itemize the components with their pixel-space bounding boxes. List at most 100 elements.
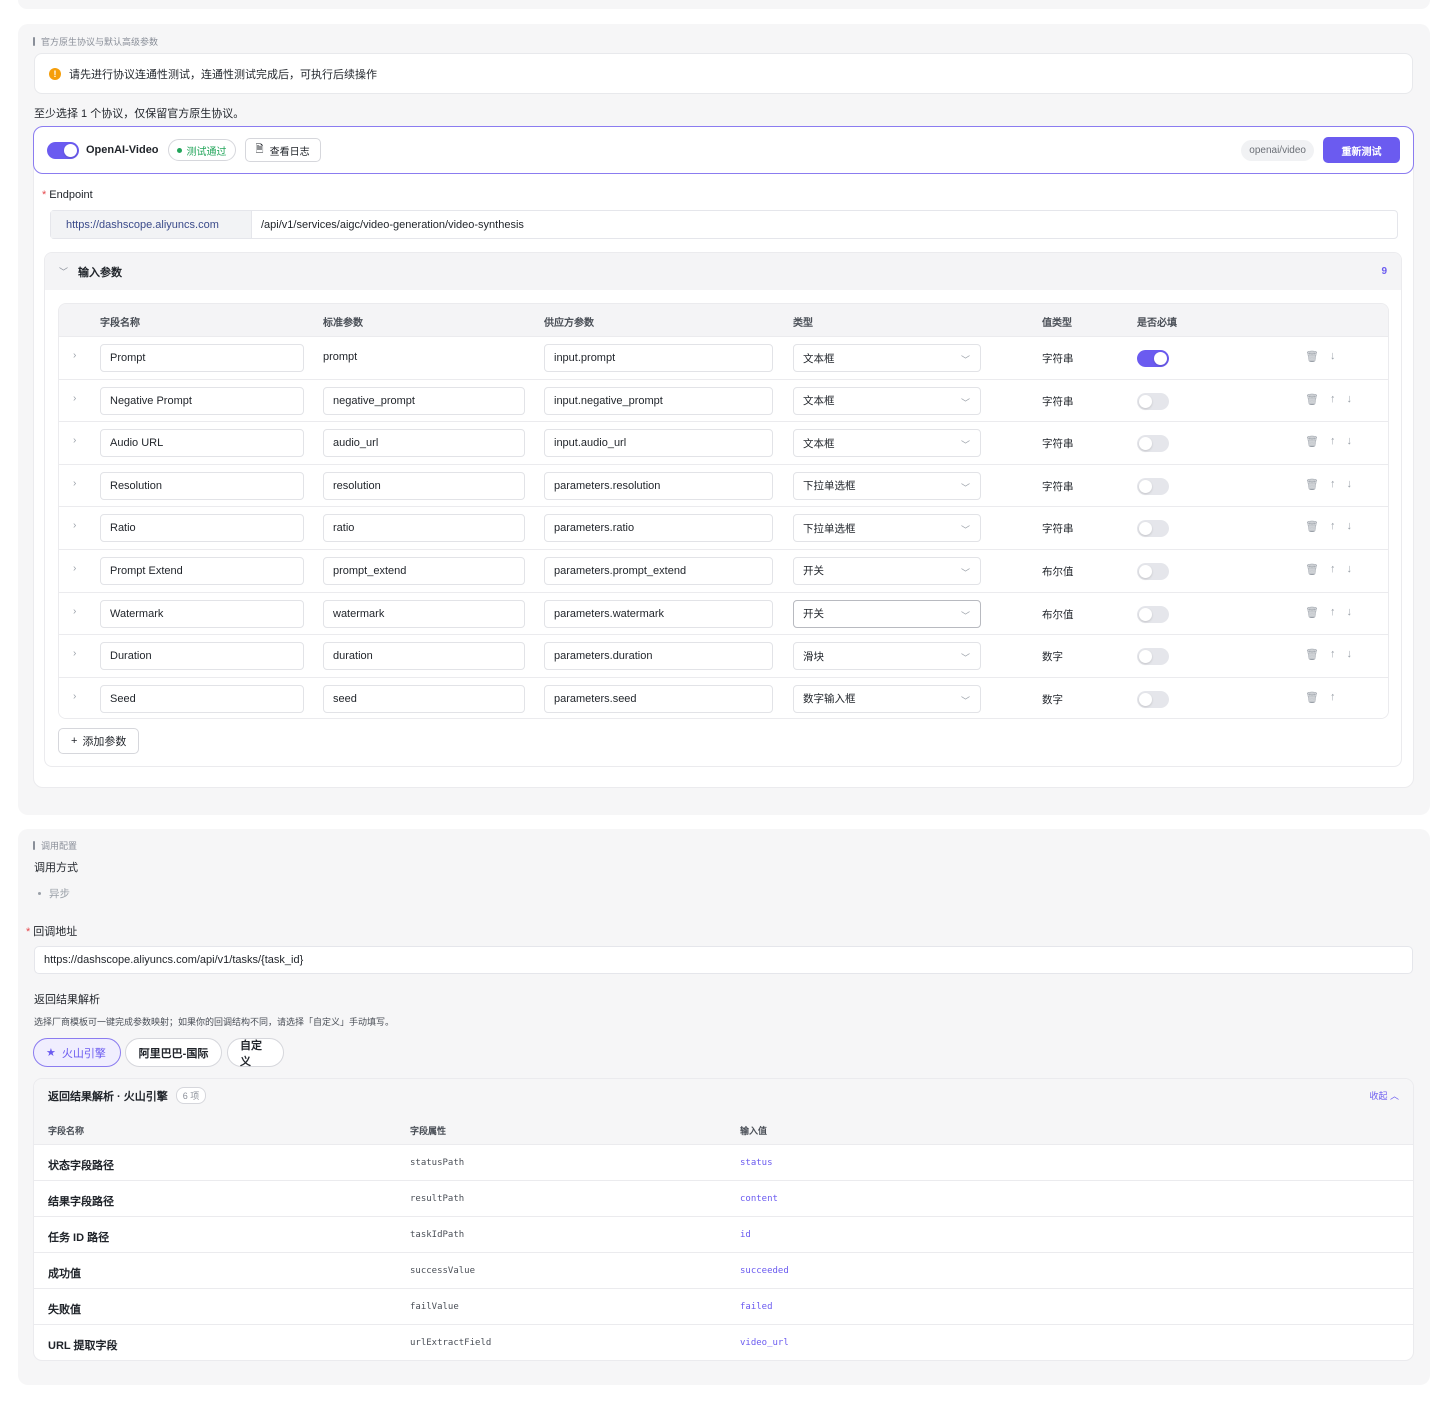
delete-icon[interactable]: 🗑 <box>1305 520 1319 533</box>
vendor-param-input[interactable]: input.negative_prompt <box>544 386 773 415</box>
row-actions: 🗑 ↑ ↓ <box>1305 563 1352 576</box>
type-select[interactable]: 下拉单选框 ﹀ <box>793 514 981 543</box>
view-log-button[interactable]: 🗎 查看日志 <box>244 138 321 162</box>
chevron-right-icon[interactable]: › <box>73 563 76 574</box>
arrow-up-icon[interactable]: ↑ <box>1330 691 1336 704</box>
vendor-param-input[interactable]: parameters.resolution <box>544 471 773 500</box>
type-select[interactable]: 开关 ﹀ <box>793 599 981 628</box>
chevron-right-icon[interactable]: › <box>73 691 76 702</box>
arrow-up-icon[interactable]: ↑ <box>1330 606 1336 619</box>
vendor-param-input[interactable]: input.prompt <box>544 344 773 372</box>
vendor-param-input[interactable]: input.audio_url <box>544 429 773 458</box>
arrow-down-icon[interactable]: ↓ <box>1346 435 1352 448</box>
delete-icon[interactable]: 🗑 <box>1305 606 1319 619</box>
field-name-input[interactable]: Resolution <box>100 471 304 500</box>
delete-icon[interactable]: 🗑 <box>1305 435 1319 448</box>
result-field-value[interactable]: status <box>740 1158 773 1168</box>
result-field-value[interactable]: content <box>740 1194 778 1204</box>
result-field-value[interactable]: succeeded <box>740 1266 789 1276</box>
result-parse-card: 返回结果解析 · 火山引擎 6 项 收起 ︿ 字段名称 字段属性 输入值 状态字… <box>33 1078 1414 1361</box>
chevron-right-icon[interactable]: › <box>73 478 76 489</box>
arrow-up-icon[interactable]: ↑ <box>1330 435 1336 448</box>
field-name-input[interactable]: Ratio <box>100 514 304 543</box>
vendor-param-input[interactable]: parameters.duration <box>544 642 773 671</box>
required-toggle[interactable] <box>1137 605 1169 623</box>
callback-url-input[interactable]: https://dashscope.aliyuncs.com/api/v1/ta… <box>34 946 1413 974</box>
delete-icon[interactable]: 🗑 <box>1305 478 1319 491</box>
input-params-title: 输入参数 <box>78 266 123 279</box>
vendor-volcengine-button[interactable]: ★ 火山引擎 <box>33 1038 121 1067</box>
type-select[interactable]: 开关 ﹀ <box>793 556 981 585</box>
vendor-custom-button[interactable]: 自定义 <box>227 1038 284 1068</box>
type-select[interactable]: 滑块 ﹀ <box>793 642 981 671</box>
delete-icon[interactable]: 🗑 <box>1305 350 1319 363</box>
collapse-button[interactable]: 收起 ︿ <box>1369 1089 1399 1102</box>
chevron-right-icon[interactable]: › <box>73 648 76 659</box>
vendor-param-input[interactable]: parameters.prompt_extend <box>544 556 773 585</box>
chevron-right-icon[interactable]: › <box>73 520 76 531</box>
input-params-header[interactable]: ﹀ 输入参数 9 <box>45 253 1401 290</box>
required-toggle[interactable] <box>1137 520 1169 538</box>
standard-param-input[interactable]: duration <box>323 642 525 671</box>
standard-param-input[interactable]: ratio <box>323 514 525 543</box>
standard-param-input[interactable]: prompt_extend <box>323 556 525 585</box>
delete-icon[interactable]: 🗑 <box>1305 648 1319 661</box>
field-name-input[interactable]: Duration <box>100 642 304 671</box>
standard-param-input[interactable]: negative_prompt <box>323 386 525 415</box>
arrow-down-icon[interactable]: ↓ <box>1346 648 1352 661</box>
required-toggle[interactable] <box>1137 350 1169 367</box>
standard-param-input[interactable]: audio_url <box>323 429 525 458</box>
result-field-value[interactable]: video_url <box>740 1338 789 1348</box>
arrow-down-icon[interactable]: ↓ <box>1346 520 1352 533</box>
field-name-input[interactable]: Prompt <box>100 344 304 372</box>
field-name-input[interactable]: Seed <box>100 684 304 713</box>
standard-param-input[interactable]: resolution <box>323 471 525 500</box>
endpoint-path-input[interactable]: /api/v1/services/aigc/video-generation/v… <box>252 211 524 238</box>
required-toggle[interactable] <box>1137 477 1169 495</box>
arrow-up-icon[interactable]: ↑ <box>1330 648 1336 661</box>
standard-param-input[interactable]: watermark <box>323 599 525 628</box>
arrow-down-icon[interactable]: ↓ <box>1346 478 1352 491</box>
delete-icon[interactable]: 🗑 <box>1305 393 1319 406</box>
result-field-value[interactable]: id <box>740 1230 751 1240</box>
result-field-value[interactable]: failed <box>740 1302 773 1312</box>
field-name-input[interactable]: Audio URL <box>100 429 304 458</box>
chevron-right-icon[interactable]: › <box>73 350 76 361</box>
vendor-param-input[interactable]: parameters.ratio <box>544 514 773 543</box>
retest-button[interactable]: 重新测试 <box>1323 137 1400 163</box>
vendor-param-input[interactable]: parameters.seed <box>544 684 773 713</box>
arrow-up-icon[interactable]: ↑ <box>1330 563 1336 576</box>
required-toggle[interactable] <box>1137 562 1169 580</box>
type-select[interactable]: 文本框 ﹀ <box>793 344 981 372</box>
add-param-button[interactable]: + 添加参数 <box>58 728 140 754</box>
field-name-input[interactable]: Prompt Extend <box>100 556 304 585</box>
arrow-up-icon[interactable]: ↑ <box>1330 520 1336 533</box>
result-field-attr: urlExtractField <box>410 1338 492 1348</box>
standard-param-input[interactable]: seed <box>323 684 525 713</box>
type-select[interactable]: 文本框 ﹀ <box>793 429 981 458</box>
delete-icon[interactable]: 🗑 <box>1305 563 1319 576</box>
protocol-enable-toggle[interactable] <box>47 141 79 159</box>
arrow-up-icon[interactable]: ↑ <box>1330 393 1336 406</box>
required-toggle[interactable] <box>1137 648 1169 666</box>
field-name-input[interactable]: Negative Prompt <box>100 386 304 415</box>
type-select[interactable]: 文本框 ﹀ <box>793 386 981 415</box>
arrow-down-icon[interactable]: ↓ <box>1346 606 1352 619</box>
required-toggle[interactable] <box>1137 690 1169 708</box>
type-select[interactable]: 数字输入框 ﹀ <box>793 684 981 713</box>
field-name-input[interactable]: Watermark <box>100 599 304 628</box>
chevron-right-icon[interactable]: › <box>73 393 76 404</box>
chevron-right-icon[interactable]: › <box>73 435 76 446</box>
arrow-up-icon[interactable]: ↑ <box>1330 478 1336 491</box>
required-toggle[interactable] <box>1137 435 1169 453</box>
chevron-right-icon[interactable]: › <box>73 606 76 617</box>
vendor-alibaba-button[interactable]: 阿里巴巴-国际 <box>125 1038 222 1067</box>
type-select[interactable]: 下拉单选框 ﹀ <box>793 471 981 500</box>
required-toggle[interactable] <box>1137 392 1169 410</box>
vendor-param-input[interactable]: parameters.watermark <box>544 599 773 628</box>
delete-icon[interactable]: 🗑 <box>1305 691 1319 704</box>
arrow-down-icon[interactable]: ↓ <box>1346 563 1352 576</box>
invoke-mode-option[interactable]: 异步 <box>38 886 70 901</box>
arrow-down-icon[interactable]: ↓ <box>1330 350 1336 363</box>
arrow-down-icon[interactable]: ↓ <box>1346 393 1352 406</box>
